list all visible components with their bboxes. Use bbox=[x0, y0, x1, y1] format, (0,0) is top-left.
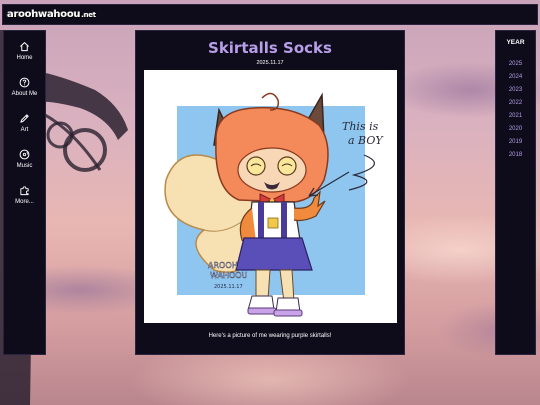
puzzle-icon bbox=[20, 186, 29, 196]
sidebar-nav: Home About Me Art Music More... bbox=[3, 30, 46, 355]
artwork-signature-date: 2025.11.17 bbox=[214, 284, 243, 290]
year-link-2025[interactable]: 2025 bbox=[496, 61, 535, 67]
nav-label-about-me: About Me bbox=[11, 91, 38, 97]
post-title: Skirtalls Socks bbox=[208, 39, 332, 57]
year-link-2024[interactable]: 2024 bbox=[496, 74, 535, 80]
artwork-speech-line-2: a BOY bbox=[348, 134, 384, 147]
year-link-2023[interactable]: 2023 bbox=[496, 87, 535, 93]
music-disc-icon bbox=[19, 149, 30, 160]
year-sidebar: YEAR 2025 2024 2023 2022 2021 2020 2019 … bbox=[495, 30, 536, 355]
nav-item-art[interactable]: Art bbox=[4, 113, 45, 133]
artwork-signature-line-1: AROOH bbox=[208, 261, 238, 270]
site-logo[interactable]: aroohwahoou.net bbox=[7, 9, 96, 20]
nav-label-home: Home bbox=[16, 55, 33, 61]
home-icon bbox=[20, 42, 29, 52]
nav-label-music: Music bbox=[16, 163, 33, 169]
year-link-2018[interactable]: 2018 bbox=[496, 152, 535, 158]
artwork-signature-line-2: WAHOOU bbox=[210, 271, 248, 280]
logo-tld: .net bbox=[81, 11, 96, 19]
year-link-2020[interactable]: 2020 bbox=[496, 126, 535, 132]
nav-item-music[interactable]: Music bbox=[4, 149, 45, 169]
nav-label-art: Art bbox=[20, 127, 29, 133]
question-icon bbox=[19, 77, 30, 88]
post-panel: Skirtalls Socks 2025.11.17 This is a BOY… bbox=[135, 30, 405, 355]
nav-item-home[interactable]: Home bbox=[4, 41, 45, 61]
artwork-speech-line-1: This is bbox=[342, 120, 379, 133]
year-link-2019[interactable]: 2019 bbox=[496, 139, 535, 145]
post-caption: Here's a picture of me wearing purple sk… bbox=[208, 333, 332, 339]
nav-item-more[interactable]: More... bbox=[4, 185, 45, 205]
logo-text: aroohwahoou bbox=[7, 9, 81, 20]
post-date: 2025.11.17 bbox=[256, 60, 284, 66]
artwork-frame: This is a BOY AROOH WAHOOU 2025.11.17 bbox=[144, 70, 397, 323]
year-link-2022[interactable]: 2022 bbox=[496, 100, 535, 106]
year-link-2021[interactable]: 2021 bbox=[496, 113, 535, 119]
year-heading: YEAR bbox=[506, 39, 525, 46]
nav-item-about-me[interactable]: About Me bbox=[4, 77, 45, 97]
brush-icon bbox=[20, 114, 29, 123]
site-header: aroohwahoou.net bbox=[2, 4, 538, 25]
nav-label-more: More... bbox=[15, 199, 34, 205]
artwork-fox-character[interactable]: This is a BOY AROOH WAHOOU 2025.11.17 bbox=[144, 70, 397, 323]
